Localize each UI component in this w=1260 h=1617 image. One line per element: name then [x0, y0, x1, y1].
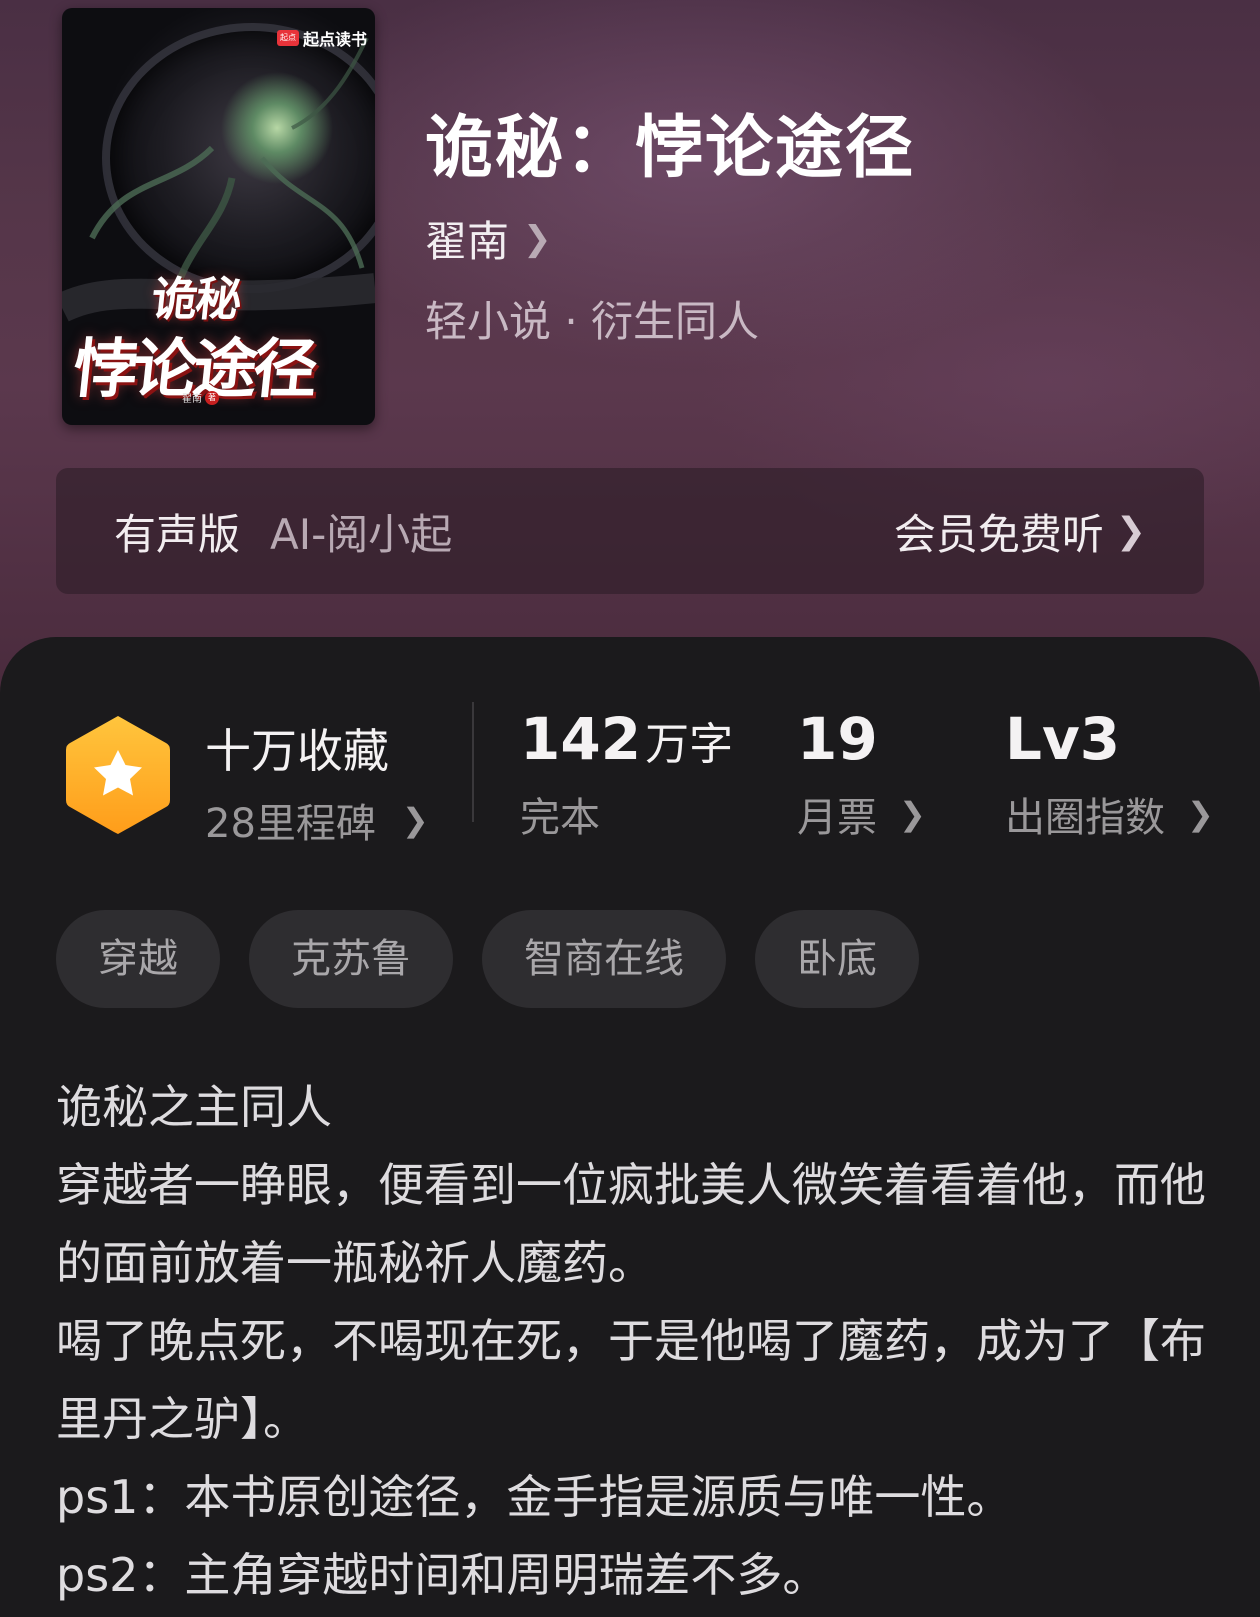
completion-status: 完本 — [520, 785, 733, 843]
audio-label: 有声版 — [114, 509, 241, 559]
member-free-listen-label: 会员免费听 — [893, 509, 1104, 559]
description-line: 诡秘之主同人 — [56, 1080, 332, 1134]
cover-author-name: 翟南 — [182, 394, 202, 405]
book-description[interactable]: 诡秘之主同人 穿越者一睁眼，便看到一位疯批美人微笑着看着他，而他的面前放着一瓶秘… — [56, 1068, 1206, 1614]
tag-chip[interactable]: 克苏鲁 — [249, 910, 453, 1008]
popularity-index-link[interactable]: 出圈指数 ❯ — [1005, 785, 1214, 843]
popularity-index-stat[interactable]: Lv3 出圈指数 ❯ — [1005, 705, 1214, 843]
cover-author: 翟南 著 — [182, 390, 219, 405]
cover-publisher-badge: 起点 — [276, 30, 299, 46]
member-free-listen-button[interactable]: 会员免费听 ❯ — [894, 501, 1146, 562]
book-cover[interactable]: 起点 起点读书 诡秘 悖论途径 翟南 著 — [62, 8, 375, 425]
book-genre: 轻小说 · 衍生同人 — [425, 297, 760, 346]
chevron-right-icon: ❯ — [899, 795, 926, 833]
chevron-right-icon: ❯ — [1115, 510, 1146, 552]
chevron-right-icon: ❯ — [401, 801, 429, 839]
collection-title: 十万收藏 — [205, 724, 389, 778]
milestone-label: 28里程碑 — [205, 801, 376, 847]
completion-status-label: 完本 — [520, 795, 600, 841]
description-line: 穿越者一睁眼，便看到一位疯批美人微笑着看着他，而他的面前放着一瓶秘祈人魔药。 — [56, 1158, 1206, 1290]
word-count-stat: 142万字 完本 — [520, 705, 733, 843]
description-line: ps1：本书原创途径，金手指是源质与唯一性。 — [56, 1470, 1013, 1524]
book-title: 诡秘：悖论途径 — [425, 109, 916, 188]
cover-publisher: 起点 起点读书 — [276, 26, 367, 50]
tag-chip[interactable]: 智商在线 — [482, 910, 726, 1008]
milestone-link[interactable]: 28里程碑 ❯ — [205, 791, 429, 849]
monthly-votes-number: 19 — [797, 705, 878, 773]
audio-narrator: AI-阅小起 — [270, 509, 453, 559]
author-name: 翟南 — [425, 217, 510, 266]
author-link[interactable]: 翟南 ❯ — [425, 208, 552, 269]
star-hexagon-icon[interactable] — [62, 712, 174, 838]
book-detail-page: 起点 起点读书 诡秘 悖论途径 翟南 著 诡秘：悖论途径 翟南 ❯ 轻小说 · … — [0, 0, 1260, 1617]
cover-publisher-name: 起点读书 — [302, 30, 367, 49]
stats-divider — [472, 702, 474, 822]
tag-chip[interactable]: 卧底 — [755, 910, 919, 1008]
tag-list: 穿越 克苏鲁 智商在线 卧底 — [56, 910, 919, 1008]
popularity-index-label: 出圈指数 — [1005, 795, 1165, 841]
cover-author-mark: 著 — [205, 390, 219, 405]
word-count-number: 142 — [520, 705, 642, 773]
monthly-votes-link[interactable]: 月票 ❯ — [797, 785, 926, 843]
audio-version-bar[interactable]: 有声版 AI-阅小起 会员免费听 ❯ — [56, 468, 1204, 594]
popularity-level: Lv3 — [1005, 705, 1121, 773]
word-count: 142万字 — [520, 705, 733, 773]
collection-stat[interactable]: 十万收藏 28里程碑 ❯ — [205, 715, 429, 849]
monthly-votes-stat[interactable]: 19 月票 ❯ — [797, 705, 926, 843]
monthly-votes-label: 月票 — [797, 795, 877, 841]
chevron-right-icon: ❯ — [523, 218, 552, 259]
word-count-unit: 万字 — [645, 719, 734, 770]
chevron-right-icon: ❯ — [1187, 795, 1214, 833]
tag-chip[interactable]: 穿越 — [56, 910, 220, 1008]
description-line: ps2：主角穿越时间和周明瑞差不多。 — [56, 1548, 829, 1602]
description-line: 喝了晚点死，不喝现在死，于是他喝了魔药，成为了【布里丹之驴】。 — [56, 1314, 1206, 1446]
